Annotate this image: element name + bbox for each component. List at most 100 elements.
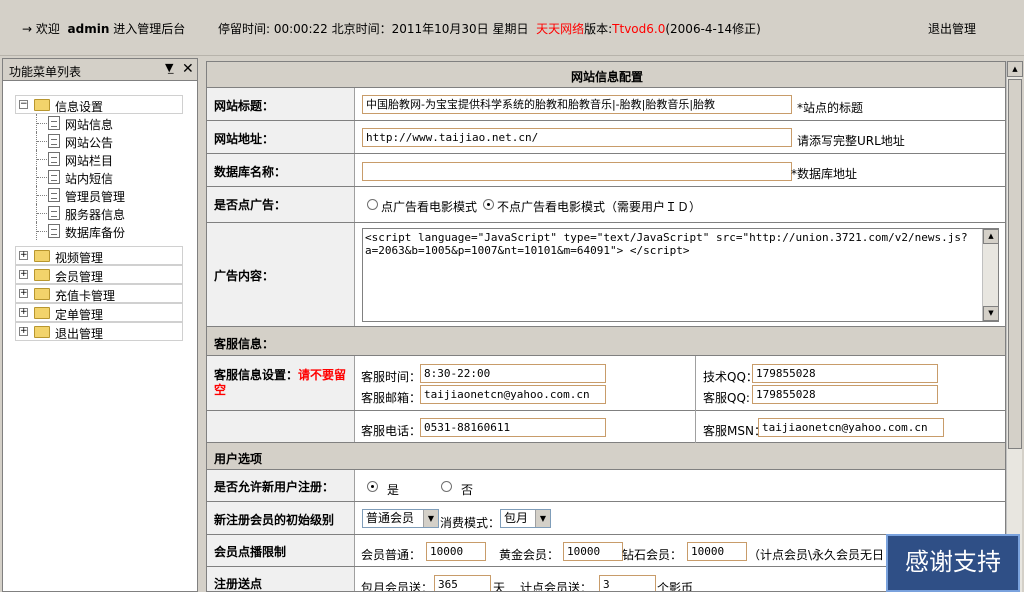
point-gift-input[interactable]: 3 [599,575,656,591]
ad-mode-radio-2[interactable] [483,199,494,210]
scroll-thumb[interactable] [1008,79,1022,449]
menu-item-label[interactable]: 站内短信 [65,170,113,187]
welcome-prefix: → 欢迎 [22,22,60,36]
service-msn-input[interactable]: taijiaonetcn@yahoo.com.cn [758,418,944,437]
menu-group-order[interactable]: + 定单管理 [15,303,183,322]
version-date: (2006-4-14修正) [665,22,761,36]
version-label: 版本: [584,22,613,36]
folder-icon [34,269,50,281]
textarea-scrollbar[interactable]: ▲ ▼ [982,229,999,321]
service-qq-input[interactable]: 179855028 [752,385,938,404]
db-row: 数据库名称： *数据库地址 [207,154,1005,187]
menu-item-label[interactable]: 服务器信息 [65,206,125,223]
menu-item[interactable]: 管理员管理 [15,186,183,204]
service-msn-label: 客服MSN： [703,424,766,438]
service-time-label: 客服时间： [361,370,422,384]
menu-group-member[interactable]: + 会员管理 [15,265,183,284]
chevron-down-icon[interactable]: ▼ [423,510,438,527]
expand-toggle-icon[interactable]: + [19,270,28,279]
status-info: 停留时间: 00:00:22 北京时间：2011年10月30日 星期日 天天网络… [218,20,761,37]
menu-group-info[interactable]: − 信息设置 [15,95,183,114]
collapse-icon[interactable]: ▼̲ [165,61,173,74]
ad-mode-label: 是否点广告： [207,187,355,222]
ad-mode-radio-1[interactable] [367,199,378,210]
thanks-badge[interactable]: 感谢支持 [886,534,1020,592]
chevron-down-icon[interactable]: ▼ [535,510,550,527]
menu-item[interactable]: 服务器信息 [15,204,183,222]
menu-group-label: 信息设置 [55,100,104,114]
site-title-note: *站点的标题 [797,101,864,115]
diamond-limit-label: 钻石会员： [622,548,683,562]
ad-content-textarea[interactable]: <script language="JavaScript" type="text… [362,228,999,322]
document-icon [48,116,60,130]
close-icon[interactable]: ✕ [182,61,194,77]
menu-group-label: 退出管理 [55,327,104,341]
register-no-label[interactable]: 否 [461,481,473,498]
menu-item[interactable]: 数据库备份 [15,222,183,240]
menu-group-card[interactable]: + 充值卡管理 [15,284,183,303]
normal-limit-input[interactable]: 10000 [426,542,486,561]
point-gift-unit: 个影币 [657,581,694,592]
service-phone-row: 客服电话： 0531-88160611 客服MSN： taijiaonetcn@… [207,411,1005,443]
register-no-radio[interactable] [441,481,452,492]
monthly-gift-input[interactable]: 365 [434,575,491,591]
welcome-suffix: 进入管理后台 [113,22,186,36]
site-title-label: 网站标题： [207,88,355,120]
logout-link[interactable]: 退出管理 [928,20,976,37]
page-scrollbar[interactable]: ▲ [1006,61,1023,592]
site-title-input[interactable]: 中国胎教网-为宝宝提供科学系统的胎教和胎教音乐|-胎教|胎教音乐|胎教 [362,95,792,114]
register-yes-radio[interactable] [367,481,378,492]
menu-item-label[interactable]: 网站公告 [65,134,113,151]
db-label: 数据库名称： [207,154,355,186]
menu-item[interactable]: 网站公告 [15,132,183,150]
scroll-up-icon[interactable]: ▲ [983,229,999,244]
register-yes-label[interactable]: 是 [387,481,399,498]
menu-group-video[interactable]: + 视频管理 [15,246,183,265]
menu-item-label[interactable]: 管理员管理 [65,188,125,205]
init-level-select[interactable]: 普通会员 ▼ [362,509,439,528]
ad-content-label: 广告内容： [207,223,355,326]
tech-qq-input[interactable]: 179855028 [752,364,938,383]
mode-value: 包月 [504,511,529,525]
menu-item-label[interactable]: 网站信息 [65,116,113,133]
expand-toggle-icon[interactable]: + [19,289,28,298]
site-url-input[interactable]: http://www.taijiao.net.cn/ [362,128,792,147]
point-gift-label: 计点会员送： [520,581,593,592]
stay-time: 停留时间: 00:00:22 北京时间：2011年10月30日 星期日 [218,22,529,36]
menu-item-label[interactable]: 数据库备份 [65,224,125,241]
diamond-limit-input[interactable]: 10000 [687,542,747,561]
service-section-title: 客服信息： [214,337,275,351]
service-phone-input[interactable]: 0531-88160611 [420,418,606,437]
collapse-toggle-icon[interactable]: − [19,100,28,109]
service-info-row: 客服信息设置：请不要留空 客服时间： 8:30-22:00 客服邮箱： taij… [207,356,1005,411]
site-url-label: 网站地址： [207,121,355,153]
folder-icon [34,99,50,111]
init-level-value: 普通会员 [366,511,415,525]
register-gift-label: 注册送点 [207,567,355,591]
expand-toggle-icon[interactable]: + [19,308,28,317]
service-section-row: 客服信息： [207,327,1005,356]
db-input[interactable] [362,162,792,181]
menu-item[interactable]: 网站栏目 [15,150,183,168]
gold-limit-input[interactable]: 10000 [563,542,623,561]
expand-toggle-icon[interactable]: + [19,327,28,336]
mode-select[interactable]: 包月 ▼ [500,509,551,528]
menu-item-label[interactable]: 网站栏目 [65,152,113,169]
scroll-up-icon[interactable]: ▲ [1007,61,1023,77]
expand-toggle-icon[interactable]: + [19,251,28,260]
ad-mode-option-1[interactable]: 点广告看电影模式 [381,198,477,215]
init-level-label: 新注册会员的初始级别 [207,502,355,534]
document-icon [48,206,60,220]
document-icon [48,152,60,166]
document-icon [48,170,60,184]
service-email-input[interactable]: taijiaonetcn@yahoo.com.cn [420,385,606,404]
menu-group-label: 充值卡管理 [55,289,116,303]
ad-content-row: 广告内容： <script language="JavaScript" type… [207,223,1005,327]
sidebar: 功能菜单列表 ▼̲ ✕ − 信息设置 网站信息 网站公告 网站栏目 站内短信 管… [2,58,198,592]
ad-mode-option-2[interactable]: 不点广告看电影模式（需要用户ＩＤ） [497,198,701,215]
service-time-input[interactable]: 8:30-22:00 [420,364,606,383]
menu-group-logout[interactable]: + 退出管理 [15,322,183,341]
menu-item[interactable]: 站内短信 [15,168,183,186]
scroll-down-icon[interactable]: ▼ [983,306,999,321]
menu-item[interactable]: 网站信息 [15,114,183,132]
